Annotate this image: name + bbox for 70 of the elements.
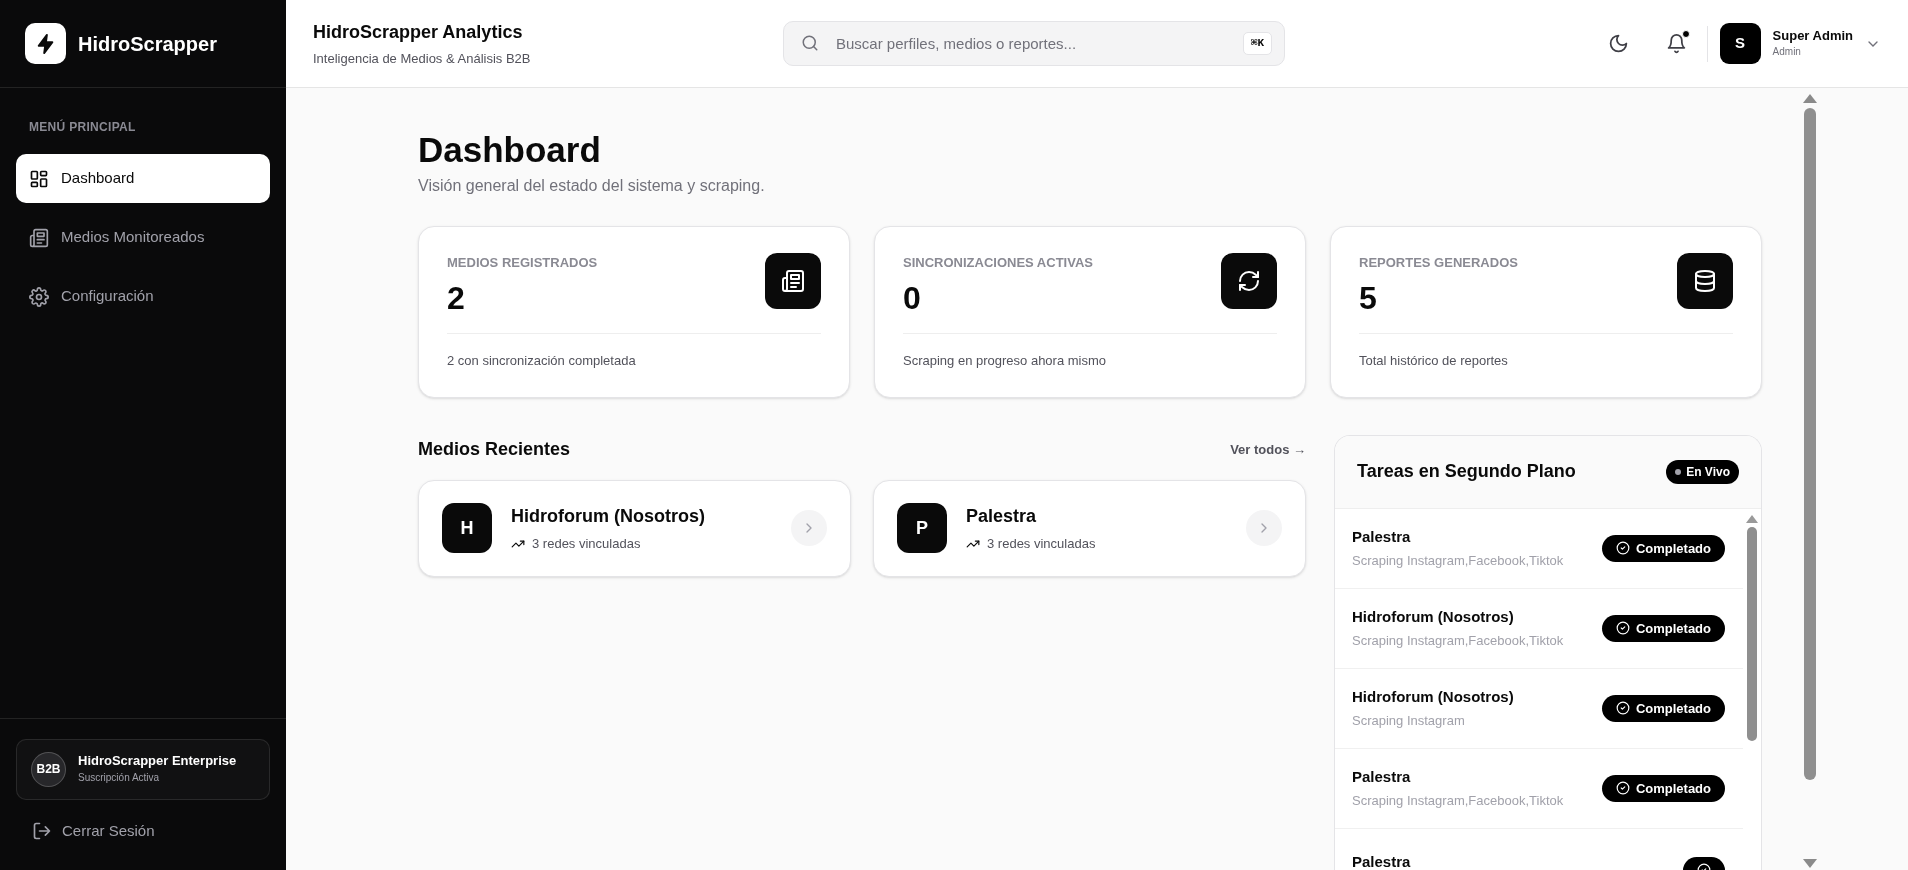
task-detail: Scraping Instagram,Facebook,Tiktok xyxy=(1352,632,1564,651)
status-badge: Completado xyxy=(1601,534,1725,562)
plan-name: HidroScrapper Enterprise xyxy=(78,753,237,770)
stat-value: 5 xyxy=(1359,279,1377,319)
bell-icon xyxy=(1666,33,1688,54)
nav-item[interactable]: Dashboard xyxy=(16,154,270,203)
task-detail: Scraping Instagram xyxy=(1352,712,1465,731)
status-badge: Completado xyxy=(1601,614,1725,642)
task-detail: Scraping Instagram,Facebook,Tiktok xyxy=(1352,792,1564,811)
section-title: Medios Recientes xyxy=(418,438,571,462)
task-name: Palestra xyxy=(1352,526,1411,547)
plan-avatar: B2B xyxy=(31,751,66,787)
scroll-up-icon[interactable] xyxy=(1803,94,1817,103)
check-circle-icon xyxy=(1615,701,1630,716)
live-badge: En Vivo xyxy=(1666,459,1739,484)
task-name: Hidroforum (Nosotros) xyxy=(1352,606,1514,627)
media-name: Palestra xyxy=(966,505,1037,528)
settings-icon xyxy=(29,286,49,307)
stat-note: Scraping en progreso ahora mismo xyxy=(903,353,1107,369)
newspaper-icon xyxy=(781,268,805,293)
section-label: MENÚ PRINCIPAL xyxy=(28,118,137,136)
media-avatar: P xyxy=(897,503,947,554)
user-avatar: S xyxy=(1719,23,1761,64)
logout-icon xyxy=(32,820,52,841)
media-avatar: H xyxy=(442,503,492,554)
refresh-icon xyxy=(1237,268,1261,293)
stat-label: REPORTES GENERADOS xyxy=(1359,253,1518,272)
user-name: Super Admin xyxy=(1772,27,1853,45)
stat-label: SINCRONIZACIONES ACTIVAS xyxy=(903,253,1093,272)
check-circle-icon xyxy=(1615,541,1630,556)
scroll-up-icon[interactable] xyxy=(1746,514,1758,523)
page-title: Dashboard xyxy=(418,129,601,171)
stat-label: MEDIOS REGISTRADOS xyxy=(447,253,598,272)
stat-note: Total histórico de reportes xyxy=(1359,353,1508,369)
panel-title: Tareas en Segundo Plano xyxy=(1357,460,1576,484)
media-meta: 3 redes vinculadas xyxy=(532,535,641,553)
media-name: Hidroforum (Nosotros) xyxy=(511,505,705,528)
task-name: Palestra xyxy=(1352,766,1411,787)
media-card[interactable]: H Hidroforum (Nosotros) 3 redes vinculadas xyxy=(418,479,851,577)
nav-item[interactable]: Medios Monitoreados xyxy=(16,213,270,262)
check-circle-icon xyxy=(1615,621,1630,636)
app-title: HidroScrapper Analytics xyxy=(313,20,523,44)
logout-button[interactable]: Cerrar Sesión xyxy=(16,811,171,850)
dashboard-icon xyxy=(29,168,49,189)
view-all-link[interactable]: Ver todos → xyxy=(1230,440,1306,460)
app-subtitle: Inteligencia de Medios & Análisis B2B xyxy=(313,49,531,68)
user-menu-button[interactable]: S Super Admin Admin xyxy=(1719,23,1881,64)
status-badge: Completado xyxy=(1601,774,1725,802)
check-circle-icon xyxy=(1615,781,1630,796)
stat-value: 2 xyxy=(447,279,465,319)
newspaper-icon xyxy=(29,227,49,248)
task-detail: Scraping Instagram,Facebook,Tiktok xyxy=(1352,552,1564,571)
status-badge: Completado xyxy=(1601,694,1725,722)
nav-item[interactable]: Configuración xyxy=(16,272,270,321)
database-icon xyxy=(1693,268,1717,293)
task-name: Palestra xyxy=(1352,851,1411,870)
media-card[interactable]: P Palestra 3 redes vinculadas xyxy=(873,479,1306,577)
plan-status: Suscripción Activa xyxy=(78,770,161,785)
user-role: Admin xyxy=(1772,45,1801,60)
stat-value: 0 xyxy=(903,279,921,319)
media-meta: 3 redes vinculadas xyxy=(987,535,1096,553)
search-icon xyxy=(801,34,819,52)
page-subtitle: Visión general del estado del sistema y scraping. xyxy=(418,175,765,196)
logo-icon xyxy=(25,23,66,64)
shortcut-key: ⌘K xyxy=(1242,32,1272,55)
brand-name: HidroScrapper xyxy=(78,31,217,57)
scroll-down-icon[interactable] xyxy=(1803,859,1817,868)
task-name: Hidroforum (Nosotros) xyxy=(1352,686,1514,707)
stat-note: 2 con sincronización completada xyxy=(447,353,636,369)
moon-icon xyxy=(1608,33,1630,54)
